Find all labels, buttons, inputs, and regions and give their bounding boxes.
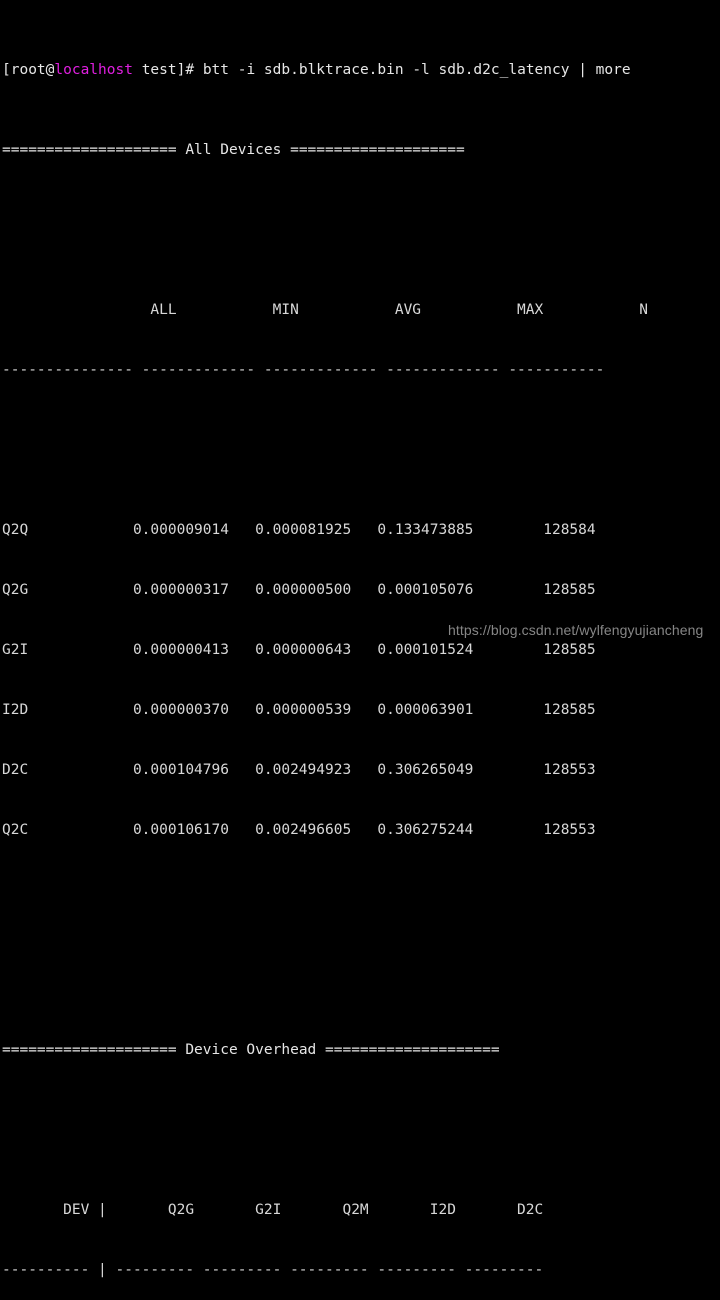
- table-row: Q2Q 0.000009014 0.000081925 0.133473885 …: [2, 522, 596, 538]
- prompt-line: [root@localhost test]# btt -i sdb.blktra…: [2, 60, 720, 80]
- watermark-text: https://blog.csdn.net/wylfengyujiancheng: [448, 622, 704, 638]
- all-devices-header: ALL MIN AVG MAX N: [2, 302, 649, 318]
- prompt-user-host-prefix: [root@: [2, 62, 55, 78]
- banner-title: Device Overhead: [185, 1042, 317, 1058]
- command-text: btt -i sdb.blktrace.bin -l sdb.d2c_laten…: [202, 62, 631, 78]
- device-overhead-header: DEV | Q2G G2I Q2M I2D D2C: [2, 1202, 544, 1218]
- table-row: D2C 0.000104796 0.002494923 0.306265049 …: [2, 762, 596, 778]
- all-devices-banner: ==================== All Devices =======…: [2, 140, 720, 160]
- table-row: I2D 0.000000370 0.000000539 0.000063901 …: [2, 702, 596, 718]
- device-overhead-banner: ==================== Device Overhead ===…: [2, 1040, 720, 1060]
- table-row: Q2G 0.000000317 0.000000500 0.000105076 …: [2, 582, 596, 598]
- prompt-hostname: localhost: [54, 62, 133, 78]
- all-devices-rule: --------------- ------------- ----------…: [2, 362, 605, 378]
- banner-equals-left: ====================: [2, 142, 186, 158]
- banner-title: All Devices: [185, 142, 282, 158]
- table-row: Q2C 0.000106170 0.002496605 0.306275244 …: [2, 822, 596, 838]
- table-row: G2I 0.000000413 0.000000643 0.000101524 …: [2, 642, 596, 658]
- banner-equals-left: ====================: [2, 1042, 186, 1058]
- prompt-path-sigil: test]#: [132, 62, 203, 78]
- banner-equals-right: ====================: [281, 142, 465, 158]
- device-overhead-rule: ---------- | --------- --------- -------…: [2, 1262, 544, 1278]
- terminal-window[interactable]: [root@localhost test]# btt -i sdb.blktra…: [0, 0, 720, 1278]
- banner-equals-right: ====================: [316, 1042, 500, 1058]
